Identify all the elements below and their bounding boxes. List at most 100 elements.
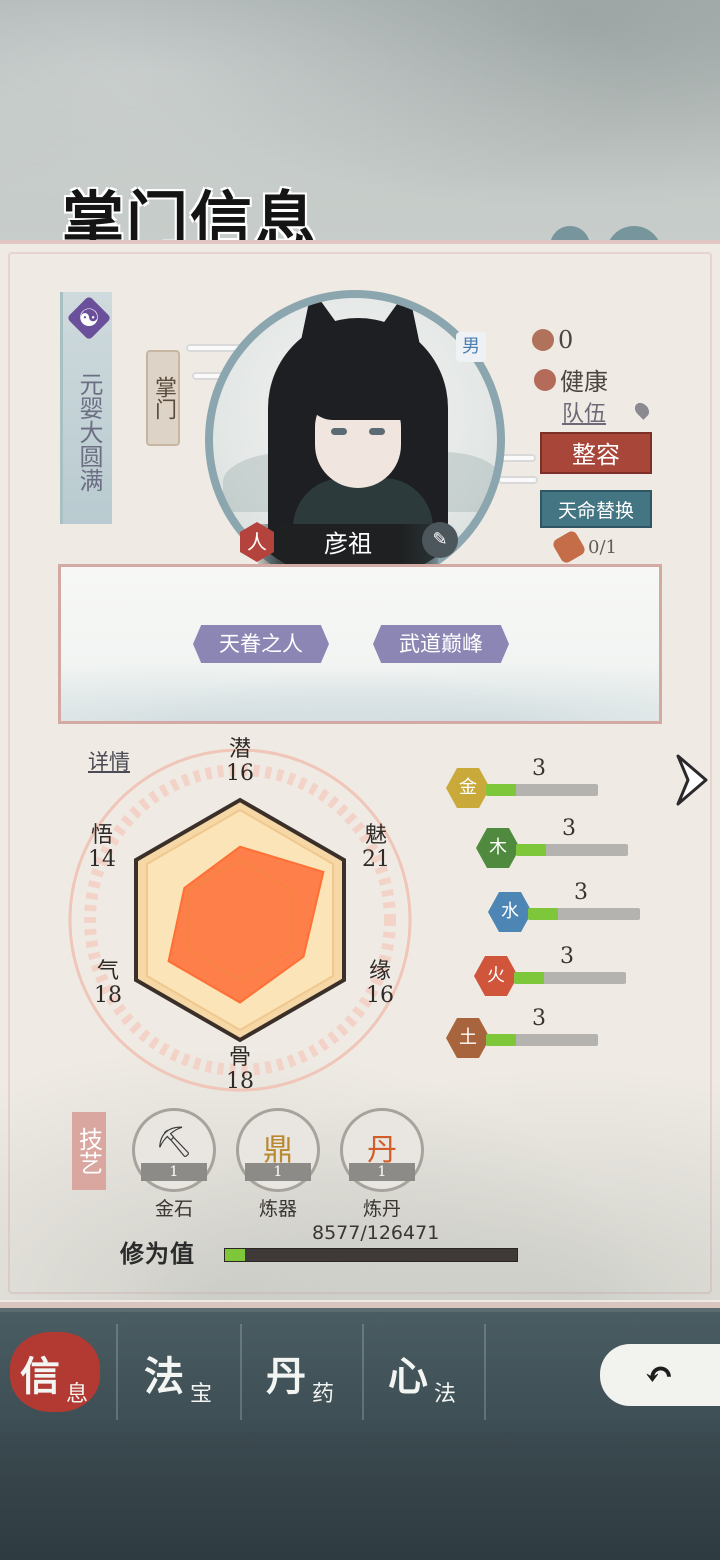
stat-wu: 悟 14 bbox=[82, 824, 122, 872]
element-bar bbox=[516, 844, 628, 856]
tab-main-char: 信 bbox=[20, 1353, 60, 1400]
cloud-swirl bbox=[498, 476, 538, 484]
stat-label: 缘 bbox=[368, 959, 391, 984]
stat-gu: 骨 18 bbox=[220, 1046, 260, 1094]
ink-landscape-footer bbox=[0, 1432, 720, 1560]
skill-liandan[interactable]: 丹 1 炼丹 bbox=[338, 1108, 426, 1220]
realm-text: 元婴大圆满 bbox=[75, 372, 103, 492]
stat-label: 潜 bbox=[228, 737, 251, 762]
team-link[interactable]: 队伍 bbox=[562, 396, 606, 428]
tab-main-char: 心 bbox=[388, 1353, 428, 1400]
stat-value: 18 bbox=[94, 983, 122, 1008]
element-value: 3 bbox=[532, 1006, 546, 1031]
points-value: 0 bbox=[558, 326, 574, 354]
element-bar-fill bbox=[514, 972, 545, 984]
radar-svg bbox=[68, 748, 412, 1092]
stat-qian: 潜 16 bbox=[220, 738, 260, 786]
fire-icon: 火 bbox=[474, 956, 518, 996]
tab-main-char: 丹 bbox=[266, 1353, 306, 1400]
appearance-button[interactable]: 整容 bbox=[540, 432, 652, 474]
traits-box: 天眷之人 武道巅峰 bbox=[58, 564, 662, 724]
element-value: 3 bbox=[560, 944, 574, 969]
element-wood: 木 3 bbox=[476, 816, 636, 868]
stat-yuan: 缘 16 bbox=[360, 960, 400, 1008]
stat-qi: 气 18 bbox=[88, 960, 128, 1008]
element-value: 3 bbox=[574, 880, 588, 905]
tab-main-char: 法 bbox=[144, 1353, 184, 1400]
metal-icon: 金 bbox=[446, 768, 490, 808]
element-water: 水 3 bbox=[488, 880, 648, 932]
health-row: 健康 bbox=[534, 362, 608, 397]
skill-name: 炼器 bbox=[258, 1198, 297, 1220]
skill-name: 炼丹 bbox=[362, 1198, 401, 1220]
character-eye bbox=[331, 428, 347, 435]
tab-sub-char: 宝 bbox=[190, 1382, 213, 1407]
attribute-radar: 潜 16 魅 21 缘 16 骨 18 气 18 悟 14 bbox=[60, 738, 420, 1098]
fate-count-value: 0/1 bbox=[588, 536, 617, 558]
skill-level: 1 bbox=[141, 1163, 207, 1181]
gender-badge: 男 bbox=[456, 332, 486, 362]
skill-circle: 丹 1 bbox=[340, 1108, 424, 1192]
cultivation-label: 修为值 bbox=[120, 1239, 195, 1268]
cultivation-value: 8577/126471 bbox=[312, 1222, 440, 1244]
stat-value: 16 bbox=[366, 983, 394, 1008]
character-eye bbox=[369, 428, 385, 435]
stat-label: 悟 bbox=[90, 823, 113, 848]
water-icon: 水 bbox=[488, 892, 532, 932]
back-button[interactable]: ↶ bbox=[600, 1344, 720, 1406]
cultivation-bar bbox=[224, 1248, 518, 1262]
back-arrow-icon: ↶ bbox=[644, 1354, 675, 1396]
scroll-icon bbox=[551, 529, 587, 565]
skill-level: 1 bbox=[245, 1163, 311, 1181]
tab-sub-char: 法 bbox=[434, 1382, 457, 1407]
skill-lianqi[interactable]: 鼎 1 炼器 bbox=[234, 1108, 322, 1220]
skill-level: 1 bbox=[349, 1163, 415, 1181]
trait-tag[interactable]: 天眷之人 bbox=[193, 625, 329, 663]
stat-value: 21 bbox=[362, 847, 390, 872]
brush-icon[interactable]: ✎ bbox=[422, 522, 458, 558]
trait-tag[interactable]: 武道巅峰 bbox=[373, 625, 509, 663]
stat-label: 魅 bbox=[364, 823, 387, 848]
mushroom-icon bbox=[532, 329, 554, 351]
tab-sub-char: 息 bbox=[66, 1382, 89, 1407]
element-value: 3 bbox=[532, 756, 546, 781]
stat-mei: 魅 21 bbox=[356, 824, 396, 872]
stat-value: 18 bbox=[226, 1069, 254, 1094]
stat-label: 骨 bbox=[228, 1045, 251, 1070]
skill-name: 金石 bbox=[154, 1198, 193, 1220]
skill-jinshi[interactable]: ⛏ 1 金石 bbox=[130, 1108, 218, 1220]
tab-sub-char: 药 bbox=[312, 1382, 335, 1407]
tab-treasure[interactable]: 法 宝 bbox=[124, 1324, 242, 1420]
skills-tag: 技艺 bbox=[72, 1112, 106, 1190]
skill-circle: 鼎 1 bbox=[236, 1108, 320, 1192]
element-bar bbox=[486, 1034, 598, 1046]
element-bar bbox=[528, 908, 640, 920]
heart-icon bbox=[534, 368, 556, 391]
element-bar-fill bbox=[516, 844, 547, 856]
health-status: 健康 bbox=[560, 368, 608, 396]
tab-techniques[interactable]: 心 法 bbox=[368, 1324, 486, 1420]
cultivation-bar-fill bbox=[225, 1249, 245, 1261]
realm-banner: ☯ 元婴大圆满 bbox=[60, 292, 112, 524]
character-name: 彦祖 bbox=[258, 524, 438, 564]
element-fire: 火 3 bbox=[474, 944, 634, 996]
element-earth: 土 3 bbox=[446, 1006, 606, 1058]
element-metal: 金 3 bbox=[446, 756, 606, 808]
element-bar bbox=[514, 972, 626, 984]
stat-value: 16 bbox=[226, 761, 254, 786]
stat-value: 14 bbox=[88, 847, 116, 872]
character-bangs bbox=[305, 368, 415, 420]
wood-icon: 木 bbox=[476, 828, 520, 868]
tab-pills[interactable]: 丹 药 bbox=[246, 1324, 364, 1420]
element-bar bbox=[486, 784, 598, 796]
pickaxe-icon: ⛏ bbox=[154, 1125, 194, 1160]
next-page-arrow-icon[interactable] bbox=[672, 752, 712, 808]
element-value: 3 bbox=[562, 816, 576, 841]
skill-circle: ⛏ 1 bbox=[132, 1108, 216, 1192]
earth-icon: 土 bbox=[446, 1018, 490, 1058]
stat-label: 气 bbox=[96, 959, 119, 984]
role-tag: 掌门 bbox=[146, 350, 180, 446]
tab-info[interactable]: 信 息 bbox=[0, 1324, 118, 1420]
points-row: 0 bbox=[532, 326, 573, 354]
fate-replace-button[interactable]: 天命替换 bbox=[540, 490, 652, 528]
